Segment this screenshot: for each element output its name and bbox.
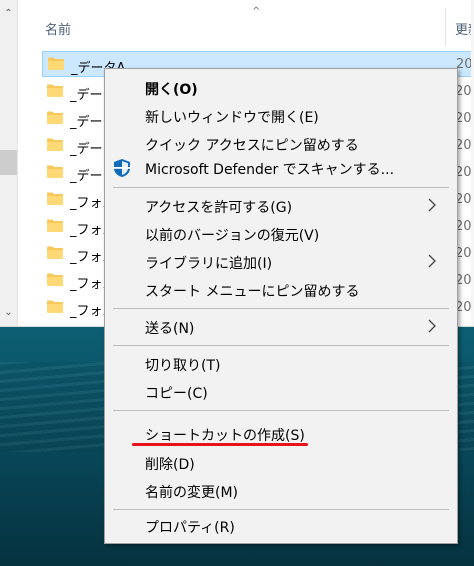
folder-icon — [48, 57, 64, 70]
menu-item-label: Microsoft Defender でスキャンする... — [145, 162, 395, 178]
menu-item-defender-scan[interactable]: Microsoft Defender でスキャンする... — [105, 157, 457, 181]
menu-item-delete[interactable]: 削除(D) — [105, 452, 457, 476]
scrollbar-thumb[interactable] — [0, 150, 17, 175]
menu-separator — [113, 308, 449, 309]
folder-icon — [47, 165, 63, 178]
scroll-up-arrow-icon[interactable]: ⌃ — [2, 8, 15, 19]
folder-icon — [47, 138, 63, 151]
scroll-down-arrow-icon[interactable]: ⌄ — [2, 307, 15, 318]
defender-shield-icon — [114, 159, 130, 177]
submenu-arrow-icon — [428, 254, 436, 268]
folder-icon — [47, 192, 63, 205]
menu-item-open[interactable]: 開く(O) — [105, 77, 457, 101]
menu-item-give-access[interactable]: アクセスを許可する(G) — [105, 195, 457, 219]
menu-item-copy[interactable]: コピー(C) — [105, 381, 457, 405]
menu-item-label: 名前の変更(M) — [145, 485, 239, 501]
menu-item-label: 切り取り(T) — [145, 358, 221, 374]
folder-icon — [47, 84, 63, 97]
column-divider[interactable] — [445, 8, 446, 46]
menu-item-label: コピー(C) — [145, 386, 208, 402]
context-menu: 開く(O) 新しいウィンドウで開く(E) クイック アクセスにピン留めする Mi… — [104, 68, 458, 544]
menu-item-label: 開く(O) — [145, 82, 198, 98]
menu-item-add-to-library[interactable]: ライブラリに追加(I) — [105, 251, 457, 275]
folder-icon — [47, 273, 63, 286]
menu-separator — [113, 509, 449, 510]
submenu-arrow-icon — [428, 198, 436, 212]
column-header-name[interactable]: 名前 — [45, 19, 71, 38]
navigation-pane-scrollbar[interactable]: ⌃ ⌄ — [0, 0, 17, 326]
menu-separator — [113, 410, 449, 411]
menu-separator — [113, 345, 449, 346]
column-header-bar: 名前 ^ 更新 — [18, 0, 474, 50]
menu-item-label: クイック アクセスにピン留めする — [145, 138, 359, 154]
menu-item-open-new-window[interactable]: 新しいウィンドウで開く(E) — [105, 105, 457, 129]
menu-item-pin-start[interactable]: スタート メニューにピン留めする — [105, 279, 457, 303]
menu-separator — [113, 187, 449, 188]
menu-item-pin-quick-access[interactable]: クイック アクセスにピン留めする — [105, 133, 457, 157]
sort-ascending-icon: ^ — [252, 6, 261, 17]
menu-item-label: ショートカットの作成(S) — [145, 428, 305, 444]
menu-item-properties[interactable]: プロパティ(R) — [105, 515, 457, 539]
menu-item-label: 送る(N) — [145, 321, 195, 337]
menu-item-label: プロパティ(R) — [145, 520, 235, 536]
highlight-underline — [132, 443, 308, 446]
menu-item-label: スタート メニューにピン留めする — [145, 284, 360, 300]
menu-item-send-to[interactable]: 送る(N) — [105, 316, 457, 340]
menu-item-restore-previous[interactable]: 以前のバージョンの復元(V) — [105, 223, 457, 247]
menu-item-label: 以前のバージョンの復元(V) — [145, 228, 320, 244]
folder-icon — [47, 300, 63, 313]
folder-icon — [47, 246, 63, 259]
menu-item-label: ライブラリに追加(I) — [145, 256, 273, 272]
menu-item-cut[interactable]: 切り取り(T) — [105, 353, 457, 377]
menu-item-label: アクセスを許可する(G) — [145, 200, 293, 216]
folder-icon — [47, 219, 63, 232]
menu-item-label: 削除(D) — [145, 457, 195, 473]
folder-icon — [47, 111, 63, 124]
menu-item-label: 新しいウィンドウで開く(E) — [145, 110, 319, 126]
submenu-arrow-icon — [428, 319, 436, 333]
menu-item-rename[interactable]: 名前の変更(M) — [105, 480, 457, 504]
